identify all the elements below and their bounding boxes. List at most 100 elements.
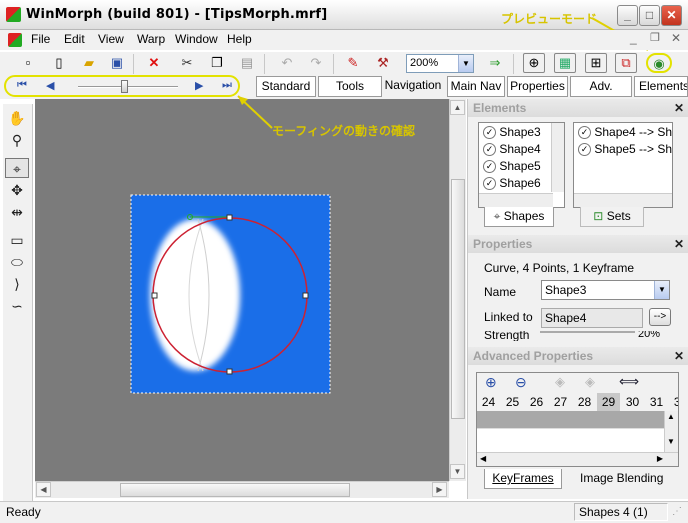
scroll-left-icon[interactable]: ◀: [480, 454, 486, 463]
horizontal-scrollbar[interactable]: ◀ ▶: [35, 481, 449, 498]
cut-icon[interactable]: ✂: [176, 53, 198, 73]
scroll-down-icon[interactable]: ▼: [667, 437, 675, 446]
resize-grip-icon[interactable]: ⋰: [672, 506, 682, 517]
close-button[interactable]: ✕: [661, 5, 682, 26]
horizontal-scroll-thumb[interactable]: [120, 483, 350, 497]
frame-label-current[interactable]: 29: [597, 393, 620, 411]
save-icon[interactable]: ▣: [106, 53, 128, 73]
check-icon[interactable]: ✓: [578, 126, 591, 140]
zoom-in-icon[interactable]: ⊕: [485, 374, 497, 391]
ellipse-tool-icon[interactable]: ⬭: [5, 252, 29, 272]
document-icon[interactable]: [8, 33, 22, 47]
list-item[interactable]: ✓ Shape3: [483, 124, 541, 141]
mdi-minimize-icon[interactable]: _: [630, 31, 637, 45]
remove-keyframe-icon[interactable]: ◈: [585, 374, 595, 390]
hammer-icon[interactable]: ⚒: [372, 53, 394, 73]
scale-tool-icon[interactable]: ⇹: [5, 202, 29, 222]
control-point-top[interactable]: [226, 214, 233, 221]
scroll-up-icon[interactable]: ▲: [450, 100, 465, 115]
close-icon[interactable]: ✕: [674, 235, 684, 253]
frame-label[interactable]: 25: [501, 393, 524, 411]
scroll-left-icon[interactable]: ◀: [36, 482, 51, 497]
point-edit-tool-icon[interactable]: ⌖: [5, 158, 29, 178]
menu-warp[interactable]: Warp: [137, 32, 165, 46]
check-icon[interactable]: ✓: [483, 143, 496, 157]
control-point-bottom[interactable]: [226, 368, 233, 375]
vertical-scroll-thumb[interactable]: [451, 179, 465, 419]
compare-view-icon[interactable]: ⧉: [615, 53, 637, 73]
tab-shapes[interactable]: ⌖ Shapes: [484, 207, 554, 227]
add-keyframe-icon[interactable]: ◈: [555, 374, 565, 390]
zoom-out-icon[interactable]: ⊖: [515, 374, 527, 391]
new-icon[interactable]: ▫: [17, 53, 39, 73]
list-item[interactable]: ✓ Shape5 --> Sh: [578, 141, 672, 158]
chevron-down-icon[interactable]: ▼: [654, 281, 669, 299]
list-item[interactable]: ✓ Shape6: [483, 175, 541, 192]
hand-tool-icon[interactable]: ✋: [5, 108, 29, 128]
mdi-restore-icon[interactable]: ❐: [650, 31, 660, 44]
polyline-tool-icon[interactable]: ⟩: [5, 274, 29, 294]
previous-frame-icon[interactable]: ◀: [46, 79, 54, 92]
paste-icon[interactable]: ▤: [236, 53, 258, 73]
scroll-down-icon[interactable]: ▼: [450, 464, 465, 479]
delete-icon[interactable]: ✕: [143, 53, 165, 73]
first-frame-icon[interactable]: ⏮: [17, 79, 27, 92]
undo-icon[interactable]: ↶: [276, 53, 298, 73]
zoom-tool-icon[interactable]: ⚲: [5, 130, 29, 150]
scroll-right-icon[interactable]: ▶: [657, 454, 663, 463]
frame-label[interactable]: 31: [645, 393, 668, 411]
control-point-right[interactable]: [302, 292, 309, 299]
last-frame-icon[interactable]: ⏭: [222, 79, 232, 92]
frame-label[interactable]: 27: [549, 393, 572, 411]
new-project-icon[interactable]: ▯: [48, 53, 70, 73]
frame-label[interactable]: 30: [621, 393, 644, 411]
keyframe-timeline[interactable]: ⊕ ⊖ ◈ ◈ ⟺ 24 25 26 27 28 29 30 31 32 ▲ ▼…: [476, 372, 679, 467]
tab-tools[interactable]: Tools: [318, 76, 382, 97]
menu-window[interactable]: Window: [175, 32, 218, 46]
move-tool-icon[interactable]: ✥: [5, 180, 29, 200]
frame-label[interactable]: 26: [525, 393, 548, 411]
fit-range-icon[interactable]: ⟺: [619, 373, 639, 390]
curve-tool-icon[interactable]: ∽: [5, 296, 29, 316]
shapes-list[interactable]: ✓ Shape3 ✓ Shape4 ✓ Shape5 ✓ Shape6: [478, 122, 565, 208]
timeline-vscroll[interactable]: ▲ ▼: [664, 411, 678, 453]
frame-slider-track[interactable]: [78, 86, 178, 88]
redo-icon[interactable]: ↷: [305, 53, 327, 73]
frame-label[interactable]: 28: [573, 393, 596, 411]
next-frame-icon[interactable]: ▶: [195, 79, 203, 92]
zoom-select[interactable]: 200% ▼: [406, 54, 474, 73]
list-item[interactable]: ✓ Shape5: [483, 158, 541, 175]
copy-icon[interactable]: ❐: [206, 53, 228, 73]
menu-edit[interactable]: Edit: [64, 32, 85, 46]
editing-canvas[interactable]: [35, 99, 466, 481]
rectangle-tool-icon[interactable]: ▭: [5, 230, 29, 250]
shapes-list-hscroll[interactable]: [479, 193, 553, 207]
tab-keyframes[interactable]: KeyFrames: [484, 469, 562, 489]
tab-properties[interactable]: Properties: [507, 76, 568, 97]
menu-help[interactable]: Help: [227, 32, 252, 46]
check-icon[interactable]: ✓: [578, 143, 591, 157]
image-view-icon[interactable]: ▦: [554, 53, 576, 73]
chevron-down-icon[interactable]: ▼: [458, 55, 473, 72]
scroll-up-icon[interactable]: ▲: [667, 412, 675, 421]
check-icon[interactable]: ✓: [483, 160, 496, 174]
sets-list[interactable]: ✓ Shape4 --> Sh ✓ Shape5 --> Sh: [573, 122, 673, 208]
menu-view[interactable]: View: [98, 32, 124, 46]
maximize-button[interactable]: □: [639, 5, 660, 26]
name-select[interactable]: Shape3 ▼: [541, 280, 670, 300]
check-icon[interactable]: ✓: [483, 177, 496, 191]
list-item[interactable]: ✓ Shape4: [483, 141, 541, 158]
tab-sets[interactable]: ⊡ Sets: [580, 207, 644, 227]
tab-adv-props[interactable]: Adv. Props.: [570, 76, 632, 112]
frame-slider-thumb[interactable]: [121, 80, 128, 93]
tab-elements[interactable]: Elements: [634, 76, 688, 97]
control-point-left[interactable]: [151, 292, 158, 299]
app-icon[interactable]: [6, 7, 21, 22]
strength-slider-track[interactable]: [540, 331, 635, 333]
sets-list-hscroll[interactable]: [574, 193, 672, 207]
mdi-close-icon[interactable]: ✕: [671, 31, 681, 45]
frame-label[interactable]: 24: [477, 393, 500, 411]
minimize-button[interactable]: _: [617, 5, 638, 26]
close-icon[interactable]: ✕: [674, 99, 684, 117]
timeline-hscroll[interactable]: ◀ ▶: [477, 452, 678, 466]
